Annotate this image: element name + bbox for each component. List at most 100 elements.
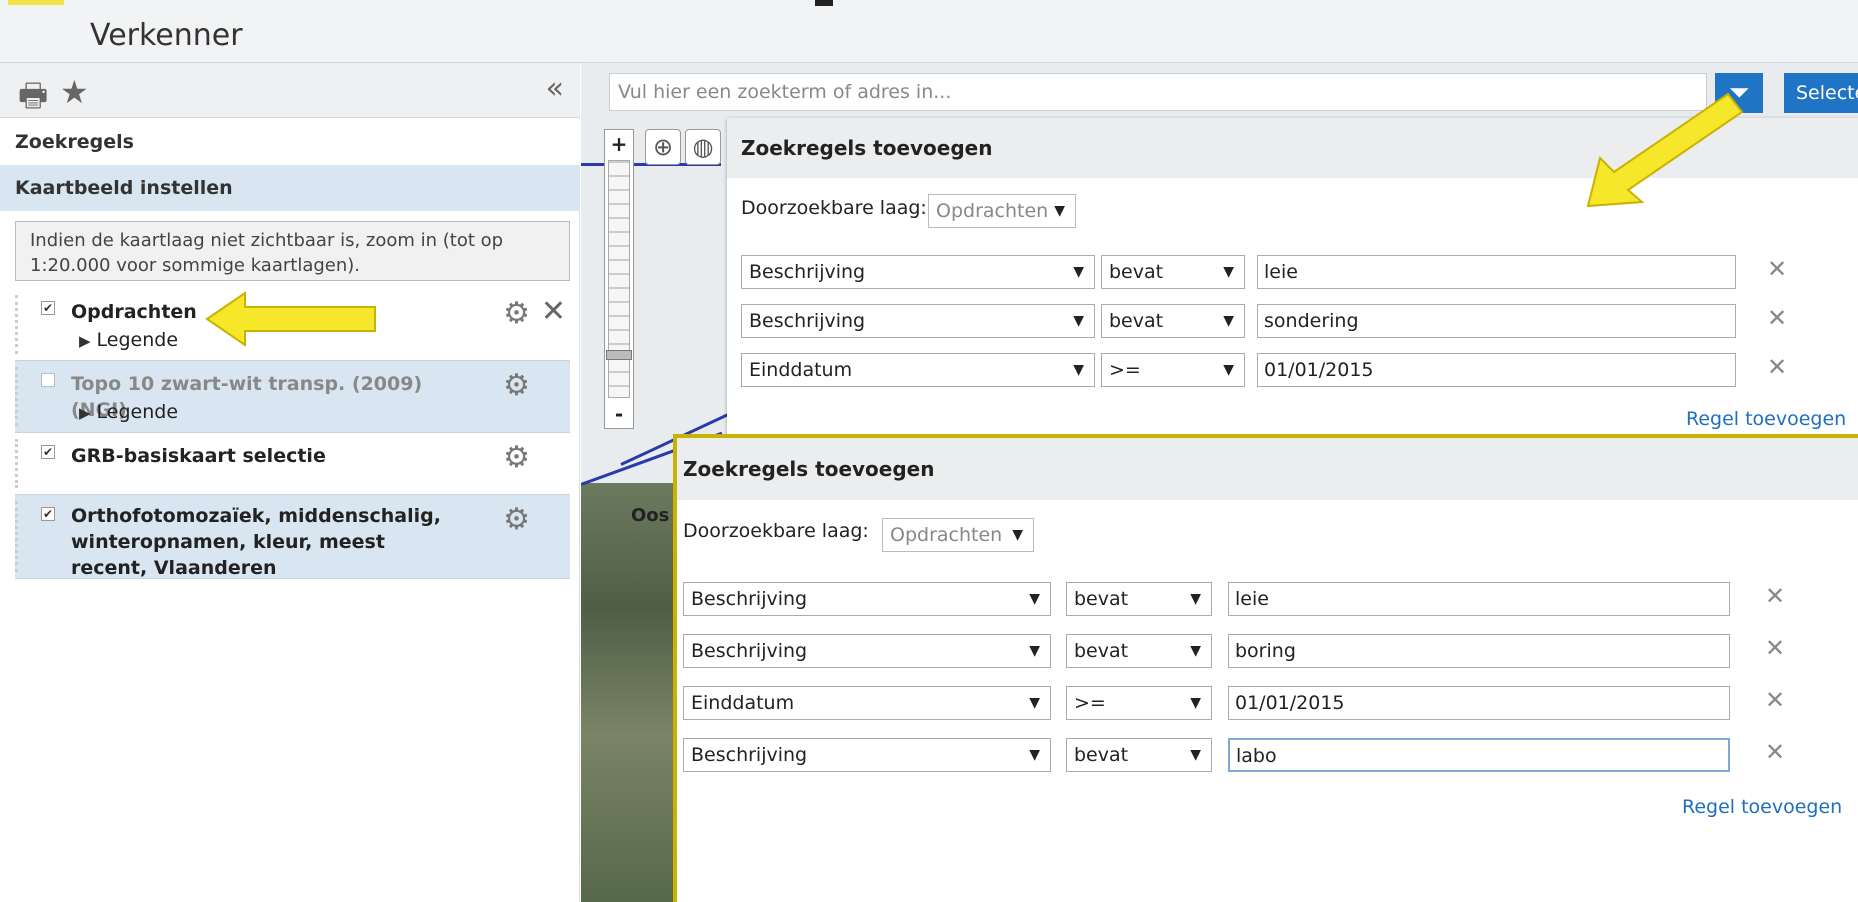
searchable-layer-select[interactable]: Opdrachten ▼ bbox=[928, 194, 1076, 228]
rule-field-select[interactable]: Beschrijving ▼ bbox=[683, 634, 1051, 668]
layer-checkbox[interactable]: ✔ bbox=[41, 445, 55, 459]
chevron-down-icon: ▼ bbox=[1029, 643, 1040, 659]
zoom-slider-handle[interactable] bbox=[606, 350, 632, 360]
search-rules-dialog-2: Zoekregels toevoegen Doorzoekbare laag: … bbox=[673, 434, 1858, 902]
rule-value-input[interactable]: labo bbox=[1228, 738, 1730, 772]
rule-operator-select[interactable]: bevat ▼ bbox=[1066, 634, 1212, 668]
gear-icon[interactable]: ⚙ bbox=[503, 505, 530, 535]
gear-icon[interactable]: ⚙ bbox=[503, 299, 530, 329]
collapse-icon[interactable]: « bbox=[546, 71, 564, 106]
rule-operator-select[interactable]: >= ▼ bbox=[1066, 686, 1212, 720]
section-search-rules[interactable]: Zoekregels bbox=[0, 119, 580, 165]
layer-item-orthofoto[interactable]: ✔ Orthofotomozaïek, middenschalig, winte… bbox=[15, 495, 570, 579]
zoom-out-button[interactable]: - bbox=[605, 400, 633, 428]
sidebar-toolbar: 🖶 ★ « bbox=[0, 63, 580, 118]
app-title: Verkenner bbox=[90, 18, 243, 53]
rule-operator-select[interactable]: bevat ▼ bbox=[1101, 255, 1245, 289]
remove-rule-icon[interactable]: ✕ bbox=[1767, 255, 1787, 283]
chevron-down-icon: ▼ bbox=[1029, 747, 1040, 763]
zoom-in-button[interactable]: + bbox=[605, 130, 633, 158]
remove-rule-icon[interactable]: ✕ bbox=[1765, 738, 1785, 766]
select-value: Opdrachten bbox=[890, 524, 1003, 546]
rule-operator-select[interactable]: >= ▼ bbox=[1101, 353, 1245, 387]
select-value: Beschrijving bbox=[749, 310, 866, 332]
star-icon[interactable]: ★ bbox=[60, 73, 89, 111]
rule-value-input[interactable]: 01/01/2015 bbox=[1228, 686, 1730, 720]
rule-value-input[interactable]: 01/01/2015 bbox=[1257, 353, 1736, 387]
legend-toggle[interactable]: ▶ Legende bbox=[79, 329, 178, 351]
rule-field-select[interactable]: Einddatum ▼ bbox=[741, 353, 1095, 387]
select-value: >= bbox=[1109, 359, 1141, 381]
remove-rule-icon[interactable]: ✕ bbox=[1765, 634, 1785, 662]
select-value: bevat bbox=[1074, 640, 1129, 662]
zoom-control[interactable]: + - bbox=[604, 129, 634, 429]
remove-rule-icon[interactable]: ✕ bbox=[1765, 686, 1785, 714]
select-value: bevat bbox=[1109, 310, 1164, 332]
chevron-down-icon: ▼ bbox=[1073, 313, 1084, 329]
chevron-down-icon: ▼ bbox=[1190, 695, 1201, 711]
globe-icon[interactable]: ◍ bbox=[685, 129, 721, 165]
triangle-right-icon: ▶ bbox=[79, 332, 91, 350]
rule-field-select[interactable]: Beschrijving ▼ bbox=[683, 738, 1051, 772]
legend-label: Legende bbox=[96, 401, 179, 423]
remove-rule-icon[interactable]: ✕ bbox=[1767, 304, 1787, 332]
select-button[interactable]: Selecte bbox=[1784, 73, 1858, 113]
highlight-arrow bbox=[205, 291, 376, 347]
layer-checkbox[interactable]: ✔ bbox=[41, 507, 55, 521]
chevron-down-icon: ▼ bbox=[1223, 313, 1234, 329]
select-value: Beschrijving bbox=[749, 261, 866, 283]
drag-handle[interactable] bbox=[15, 295, 27, 354]
cursor-mark bbox=[815, 0, 833, 6]
chevron-down-icon: ▼ bbox=[1073, 362, 1084, 378]
chevron-down-icon: ▼ bbox=[1190, 643, 1201, 659]
remove-rule-icon[interactable]: ✕ bbox=[1767, 353, 1787, 381]
rule-value-input[interactable]: leie bbox=[1257, 255, 1736, 289]
add-rule-link[interactable]: Regel toevoegen bbox=[1686, 408, 1846, 430]
searchable-layer-label: Doorzoekbare laag: bbox=[741, 197, 927, 219]
top-bar: Verkenner bbox=[0, 0, 1858, 63]
chevron-down-icon: ▼ bbox=[1073, 264, 1084, 280]
select-value: Beschrijving bbox=[691, 640, 808, 662]
layer-name: GRB-basiskaart selectie bbox=[71, 445, 326, 467]
rule-value-input[interactable]: leie bbox=[1228, 582, 1730, 616]
select-value: Beschrijving bbox=[691, 588, 808, 610]
rule-field-select[interactable]: Beschrijving ▼ bbox=[683, 582, 1051, 616]
layer-item-grb[interactable]: ✔ GRB-basiskaart selectie ⚙ bbox=[15, 433, 570, 495]
layer-checkbox[interactable]: ✔ bbox=[41, 301, 55, 315]
chevron-down-icon: ▼ bbox=[1223, 264, 1234, 280]
zoom-info-note: Indien de kaartlaag niet zichtbaar is, z… bbox=[15, 221, 570, 281]
chevron-down-icon: ▼ bbox=[1190, 747, 1201, 763]
rule-field-select[interactable]: Beschrijving ▼ bbox=[741, 304, 1095, 338]
drag-handle[interactable] bbox=[15, 501, 27, 572]
remove-rule-icon[interactable]: ✕ bbox=[1765, 582, 1785, 610]
searchable-layer-select[interactable]: Opdrachten ▼ bbox=[882, 518, 1034, 552]
rule-value-input[interactable]: sondering bbox=[1257, 304, 1736, 338]
select-value: Opdrachten bbox=[936, 200, 1049, 222]
rule-value-input[interactable]: boring bbox=[1228, 634, 1730, 668]
layer-checkbox[interactable] bbox=[41, 373, 55, 387]
select-value: bevat bbox=[1074, 588, 1129, 610]
rule-field-select[interactable]: Einddatum ▼ bbox=[683, 686, 1051, 720]
rule-operator-select[interactable]: bevat ▼ bbox=[1066, 738, 1212, 772]
brand-notch bbox=[8, 0, 64, 5]
rule-operator-select[interactable]: bevat ▼ bbox=[1066, 582, 1212, 616]
searchable-layer-label: Doorzoekbare laag: bbox=[683, 520, 869, 542]
close-icon[interactable]: ✕ bbox=[541, 297, 566, 327]
drag-handle[interactable] bbox=[15, 439, 27, 488]
legend-toggle[interactable]: ▶ Legende bbox=[79, 401, 178, 423]
gear-icon[interactable]: ⚙ bbox=[503, 371, 530, 401]
aerial-imagery bbox=[581, 483, 681, 902]
section-set-map-view[interactable]: Kaartbeeld instellen bbox=[0, 165, 580, 211]
layer-item-topo10[interactable]: Topo 10 zwart-wit transp. (2009) (NGI) ▶… bbox=[15, 361, 570, 433]
zoom-in-icon[interactable]: ⊕ bbox=[645, 129, 681, 165]
gear-icon[interactable]: ⚙ bbox=[503, 443, 530, 473]
chevron-down-icon: ▼ bbox=[1054, 203, 1065, 219]
select-value: >= bbox=[1074, 692, 1106, 714]
drag-handle[interactable] bbox=[15, 367, 27, 426]
rule-operator-select[interactable]: bevat ▼ bbox=[1101, 304, 1245, 338]
search-input[interactable]: Vul hier een zoekterm of adres in... bbox=[609, 73, 1707, 111]
add-rule-link[interactable]: Regel toevoegen bbox=[1682, 796, 1842, 818]
rule-field-select[interactable]: Beschrijving ▼ bbox=[741, 255, 1095, 289]
select-value: bevat bbox=[1074, 744, 1129, 766]
zoom-slider-track[interactable] bbox=[608, 160, 630, 398]
